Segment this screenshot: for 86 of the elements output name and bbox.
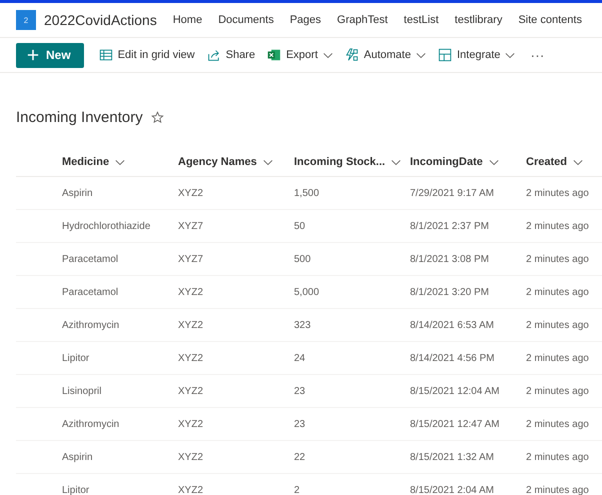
table-cell-text: 323 — [294, 320, 312, 330]
table-cell-text: 5,000 — [294, 286, 320, 298]
nav-link[interactable]: Home — [164, 14, 210, 26]
table-cell-text: 8/15/2021 1:32 AM — [410, 452, 495, 462]
more-button[interactable]: ··· — [522, 47, 552, 63]
table-cell-text: 23 — [294, 418, 306, 430]
grid-icon — [98, 48, 113, 62]
table-cell-text: 2 minutes ago — [526, 452, 590, 462]
nav-link[interactable]: Site contents — [510, 14, 590, 26]
table-cell-text: 2 minutes ago — [526, 188, 590, 198]
table-cell-text: XYZ7 — [178, 220, 204, 232]
table-cell-text: 24 — [294, 352, 306, 364]
share-icon — [206, 48, 221, 62]
star-icon[interactable] — [150, 110, 164, 124]
table-cell-text: XYZ2 — [178, 286, 204, 298]
chevron-down-icon — [505, 52, 516, 58]
column-header[interactable]: Agency Names — [178, 156, 294, 168]
table-cell-text: XYZ2 — [178, 320, 204, 330]
chevron-down-icon — [488, 158, 499, 166]
nav-link[interactable]: testList — [396, 14, 447, 26]
toolbar-button[interactable]: Edit in grid view — [94, 40, 200, 70]
plus-icon — [27, 49, 39, 61]
table-cell-text: Aspirin — [62, 452, 94, 462]
table-cell-text: 8/1/2021 3:20 PM — [410, 286, 490, 298]
table-cell-text: XYZ7 — [178, 254, 204, 264]
toolbar-button[interactable]: Automate — [340, 40, 431, 70]
table-cell-text: Paracetamol — [62, 254, 120, 264]
table-cell-text: 8/1/2021 2:37 PM — [410, 220, 490, 232]
table-cell-text: 2 minutes ago — [526, 484, 590, 495]
table-cell-text: 8/15/2021 12:04 AM — [410, 386, 501, 396]
table-cell-text: Azithromycin — [62, 418, 120, 430]
column-header[interactable]: Created — [526, 156, 602, 168]
list-title: Incoming Inventory — [16, 108, 143, 126]
table-cell-text: 23 — [294, 386, 306, 396]
table-cell-text: 2 minutes ago — [526, 418, 590, 430]
toolbar-button[interactable]: Integrate — [432, 40, 520, 70]
toolbar-button[interactable]: Share — [202, 40, 260, 70]
site-title[interactable]: 2022CovidActions — [44, 12, 157, 28]
table-cell-text: 2 minutes ago — [526, 220, 590, 232]
table-cell-text: 8/14/2021 6:53 AM — [410, 320, 495, 330]
table-cell-text: XYZ2 — [178, 418, 204, 430]
table-cell-text: XYZ2 — [178, 188, 204, 198]
chevron-down-icon — [572, 158, 583, 166]
table-cell-text: 8/15/2021 2:04 AM — [410, 484, 495, 495]
new-button[interactable]: New — [16, 42, 84, 68]
chevron-down-icon — [262, 158, 273, 166]
table-cell-text: Lipitor — [62, 352, 90, 364]
table-cell-text: 22 — [294, 452, 306, 462]
nav-link[interactable]: Documents — [210, 14, 282, 26]
toolbar-button[interactable]: Export — [262, 40, 338, 70]
table-cell-text: XYZ2 — [178, 386, 204, 396]
table-cell-text: 8/14/2021 4:56 PM — [410, 352, 496, 364]
table-cell-text: 2 minutes ago — [526, 352, 590, 364]
flow-icon — [344, 48, 359, 62]
table-cell-text: Paracetamol — [62, 286, 120, 298]
chevron-down-icon — [115, 158, 126, 166]
table-cell-text: 8/1/2021 3:08 PM — [410, 254, 490, 264]
table-cell-text: 2 minutes ago — [526, 320, 590, 330]
table-cell-text: Lisinopril — [62, 386, 102, 396]
column-header[interactable]: IncomingDate — [410, 156, 526, 168]
chevron-down-icon — [322, 52, 333, 58]
spreadsheet-icon — [267, 48, 282, 62]
table-cell-text: XYZ2 — [178, 452, 204, 462]
table-cell-text: Aspirin — [62, 188, 94, 198]
table-cell-text: 1,500 — [294, 188, 320, 198]
chevron-down-icon — [416, 52, 426, 58]
table-cell-text: 50 — [294, 220, 306, 232]
table-cell-text: 8/15/2021 12:47 AM — [410, 418, 501, 430]
nav-link[interactable]: testlibrary — [446, 14, 510, 26]
layout-icon — [438, 48, 452, 62]
table-cell-text: Lipitor — [62, 484, 90, 495]
table-cell-text: Hydrochlorothiazide — [62, 220, 152, 232]
nav-link[interactable]: GraphTest — [329, 14, 396, 26]
table-cell-text: 500 — [294, 254, 312, 264]
column-header[interactable]: Incoming Stock... — [294, 156, 410, 168]
table-cell-text: 2 — [294, 484, 301, 495]
table-cell-text: 2 minutes ago — [526, 286, 590, 298]
table-cell-text: 2 minutes ago — [526, 254, 590, 264]
table-cell-text: 7/29/2021 9:17 AM — [410, 188, 495, 198]
table-cell-text: XYZ2 — [178, 352, 204, 364]
column-header[interactable]: Medicine — [62, 156, 178, 168]
chevron-down-icon — [391, 158, 402, 166]
table-cell-text: Azithromycin — [62, 320, 120, 330]
table-cell-text: XYZ2 — [178, 484, 204, 495]
table-cell-text: 2 minutes ago — [526, 386, 590, 396]
nav-link[interactable]: Pages — [282, 14, 330, 26]
